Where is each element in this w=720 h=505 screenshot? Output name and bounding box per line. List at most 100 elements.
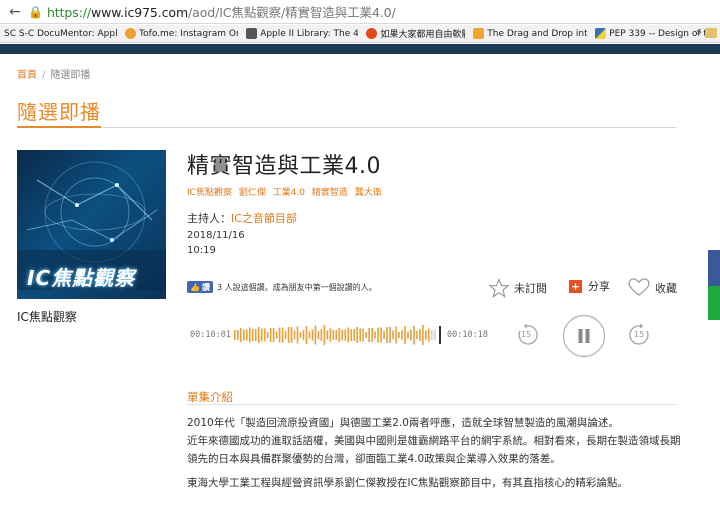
waveform-bar	[404, 326, 406, 344]
waveform-bar	[278, 327, 281, 343]
thumbs-up-icon: 👍	[190, 282, 200, 292]
share-button[interactable]: + 分享	[569, 278, 610, 294]
host-name[interactable]: IC之音節目部	[231, 212, 297, 225]
waveform-bar	[398, 332, 400, 338]
waveform-bar	[275, 331, 278, 339]
waveform-bar	[359, 328, 362, 342]
url-text[interactable]: https://www.ic975.com/aod/IC焦點觀察/精實智造與工業…	[47, 2, 396, 21]
pause-button[interactable]	[562, 314, 606, 358]
episode-duration: 10:19	[187, 245, 216, 256]
bookmark-label: Tofo.me: Instagram Onl	[139, 28, 239, 39]
waveform-bar	[392, 330, 394, 340]
end-time: 00:10:18	[447, 330, 488, 340]
section-divider	[17, 127, 677, 128]
waveform-bar	[386, 327, 388, 343]
subscribe-button[interactable]: 未訂閱	[489, 278, 547, 298]
waveform-bar	[353, 329, 356, 341]
waveform-bar	[389, 327, 391, 343]
tag-link[interactable]: 劉仁傑	[239, 188, 266, 198]
bookmark-item[interactable]: The Drag and Drop inte	[473, 28, 587, 39]
program-cover[interactable]: IC焦點觀察	[17, 150, 166, 299]
bookmarks-bar: SC S-C DocuMentor: Apple Tofo.me: Instag…	[0, 25, 720, 43]
waveform-bar	[254, 329, 257, 341]
waveform-bar	[338, 328, 341, 342]
more-bookmarks-icon[interactable]: »	[696, 27, 702, 38]
waveform-bar	[368, 328, 370, 342]
waveform-bar	[416, 331, 418, 339]
waveform-bar	[362, 328, 365, 342]
back-arrow-icon[interactable]: ←	[4, 1, 26, 23]
bookmark-item[interactable]: PEP 339 -- Design of the	[595, 28, 712, 39]
intro-paragraph: 2010年代「製造回流原投資國」與德國工業2.0兩者呼應，造就全球智慧製造的風潮…	[187, 417, 619, 429]
address-bar[interactable]: ← 🔒 https://www.ic975.com/aod/IC焦點觀察/精實智…	[0, 0, 720, 24]
red-circle-icon	[366, 28, 378, 39]
favorite-label: 收藏	[655, 281, 677, 295]
waveform-bar	[356, 327, 359, 343]
episode-title: 精實智造與工業4.0	[187, 154, 381, 179]
waveform-bar	[308, 331, 311, 339]
waveform-bar	[365, 332, 367, 338]
tag-link[interactable]: 工業4.0	[273, 188, 305, 198]
favorite-button[interactable]: 收藏	[628, 278, 677, 297]
intro-paragraph: 近年來德國成功的進取話語權，美國與中國則是雄霸網路平台的網宇系統。相對看來，長期…	[187, 435, 681, 465]
drag-icon	[473, 28, 485, 39]
current-time: 00:10:01	[190, 330, 231, 340]
waveform-bar	[434, 330, 436, 340]
tag-link[interactable]: 龔大衛	[355, 188, 382, 198]
waveform-bar	[431, 330, 433, 340]
waveform-bar	[332, 330, 335, 340]
waveform-bar	[263, 328, 266, 342]
tag-link[interactable]: 精實智造	[312, 188, 348, 198]
section-divider-accent	[17, 126, 101, 128]
waveform-bar	[425, 330, 427, 340]
folder-icon[interactable]	[705, 28, 717, 38]
bookmark-item[interactable]: Tofo.me: Instagram Onl	[125, 28, 238, 39]
waveform-bar	[236, 330, 239, 340]
plus-icon: +	[569, 279, 582, 293]
url-path: /aod/IC焦點觀察/精實智造與工業4.0/	[188, 5, 396, 20]
waveform-bar	[290, 327, 293, 343]
python-icon	[595, 28, 607, 39]
subscribe-label: 未訂閱	[514, 282, 547, 295]
waveform-bar	[296, 326, 299, 344]
waveform-bar	[299, 332, 302, 338]
intro-paragraph: 東海大學工業工程與經營資訊學系劉仁傑教授在IC焦點觀察節目中，有其直指核心的精彩…	[187, 477, 628, 489]
waveform-bar	[350, 329, 353, 341]
bookmark-item[interactable]: SC S-C DocuMentor: Apple	[4, 29, 117, 39]
bookmark-item[interactable]: 如果大家都用自由軟體	[366, 27, 465, 40]
facebook-share-tab[interactable]	[708, 250, 720, 286]
heart-icon	[628, 278, 650, 296]
waveform-bar	[242, 329, 245, 341]
line-share-tab[interactable]	[708, 286, 720, 320]
waveform-bar	[287, 327, 290, 343]
waveform-bar	[329, 328, 332, 342]
waveform-bar	[419, 329, 421, 341]
host-line: 主持人：IC之音節目部	[187, 210, 297, 226]
facebook-like: 👍 讚 3 人說這個讚。成為朋友中第一個說讚的人。	[187, 281, 377, 293]
rewind-15-button[interactable]: 15	[515, 323, 539, 347]
waveform-bar	[377, 327, 379, 343]
bookmark-item[interactable]: Apple II Library: The 4a	[246, 28, 358, 39]
facebook-like-button[interactable]: 👍 讚	[187, 281, 213, 293]
breadcrumb-home[interactable]: 首頁	[17, 70, 37, 81]
audio-player: 00:10:01 00:10:18 15 15	[187, 314, 649, 358]
bookmark-label: Apple II Library: The 4a	[260, 28, 359, 39]
pause-icon	[562, 314, 606, 358]
waveform-bar	[269, 328, 272, 342]
tag-link[interactable]: IC焦點觀察	[187, 188, 232, 198]
playhead[interactable]	[439, 326, 441, 344]
bookmark-label: SC S-C DocuMentor: Apple	[4, 28, 118, 39]
waveform-bar	[374, 331, 376, 339]
waveform-bar	[234, 330, 236, 340]
waveform-bar	[266, 332, 269, 338]
waveform-bar	[323, 325, 326, 345]
lock-icon: 🔒	[28, 4, 43, 19]
waveform-bar	[428, 328, 430, 342]
waveform-bar	[320, 329, 323, 341]
waveform-bar	[383, 331, 385, 339]
program-name[interactable]: IC焦點觀察	[17, 308, 77, 325]
breadcrumb: 首頁 / 隨選即播	[17, 66, 90, 81]
waveform-progress[interactable]	[234, 324, 437, 346]
forward-15-button[interactable]: 15	[628, 323, 652, 347]
waveform-bar	[347, 327, 350, 343]
